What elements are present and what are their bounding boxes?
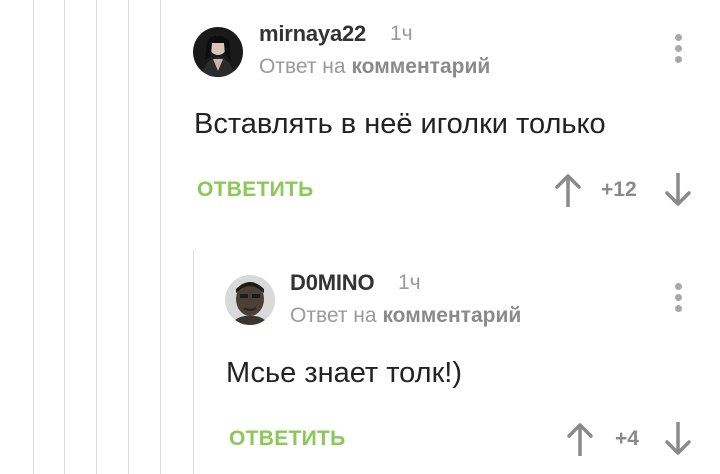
- timestamp: 1ч: [390, 22, 413, 45]
- more-options-icon[interactable]: [673, 283, 683, 316]
- avatar[interactable]: [225, 275, 275, 325]
- downvote-arrow-icon[interactable]: [665, 172, 691, 212]
- reply-to-prefix: Ответ на: [290, 304, 377, 327]
- comment-text: Мсье знает толк!): [226, 357, 462, 389]
- reply-to-line: Ответ на комментарий: [290, 304, 521, 328]
- avatar[interactable]: [193, 27, 243, 77]
- upvote-arrow-icon[interactable]: [555, 173, 581, 212]
- vote-score: +12: [601, 178, 637, 201]
- reply-to-link[interactable]: комментарий: [382, 304, 521, 327]
- reply-button[interactable]: ОТВЕТИТЬ: [229, 427, 346, 451]
- reply-button[interactable]: ОТВЕТИТЬ: [197, 178, 314, 202]
- timestamp: 1ч: [398, 271, 421, 294]
- downvote-arrow-icon[interactable]: [665, 421, 691, 461]
- username[interactable]: D0MINO: [290, 270, 375, 296]
- comment-text: Вставлять в неё иголки только: [194, 108, 606, 140]
- username[interactable]: mirnaya22: [259, 21, 366, 47]
- vote-score: +4: [615, 427, 639, 450]
- comment: D0MINO 1ч Ответ на комментарий Мсье знае…: [0, 250, 720, 474]
- reply-to-line: Ответ на комментарий: [259, 55, 490, 79]
- upvote-arrow-icon[interactable]: [567, 422, 593, 461]
- comment: mirnaya22 1ч Ответ на комментарий Вставл…: [0, 0, 720, 240]
- reply-to-prefix: Ответ на: [259, 55, 346, 78]
- more-options-icon[interactable]: [673, 34, 683, 67]
- reply-to-link[interactable]: комментарий: [351, 55, 490, 78]
